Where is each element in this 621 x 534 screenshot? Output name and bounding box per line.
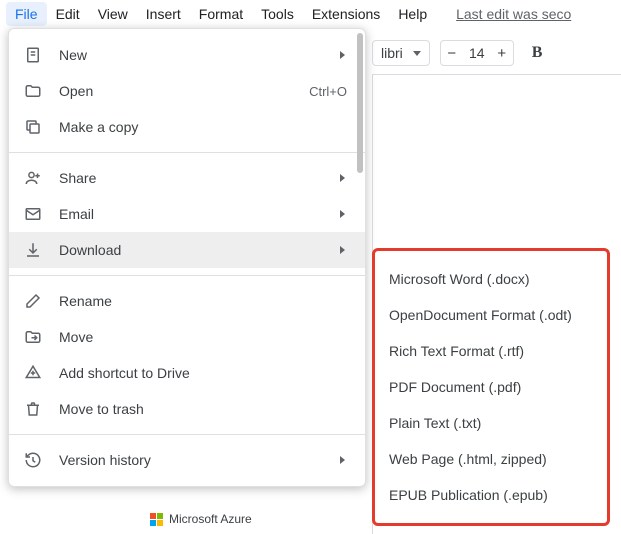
chevron-right-icon	[340, 456, 345, 464]
toolbar: libri − 14 + B	[372, 40, 548, 66]
font-size-increase-button[interactable]: +	[491, 41, 513, 65]
menu-item-label: Email	[59, 206, 340, 222]
download-option-docx[interactable]: Microsoft Word (.docx)	[375, 261, 607, 297]
download-option-txt[interactable]: Plain Text (.txt)	[375, 405, 607, 441]
menu-item-open[interactable]: Open Ctrl+O	[9, 73, 365, 109]
menu-item-download[interactable]: Download	[9, 232, 365, 268]
menu-item-share[interactable]: Share	[9, 160, 365, 196]
download-option-odt[interactable]: OpenDocument Format (.odt)	[375, 297, 607, 333]
font-size-value[interactable]: 14	[463, 45, 491, 61]
chevron-right-icon	[340, 246, 345, 254]
download-option-epub[interactable]: EPUB Publication (.epub)	[375, 477, 607, 513]
menu-separator	[9, 434, 365, 435]
menubar-item-view[interactable]: View	[89, 2, 137, 26]
chevron-right-icon	[340, 210, 345, 218]
menu-item-add-shortcut[interactable]: Add shortcut to Drive	[9, 355, 365, 391]
last-edit-link[interactable]: Last edit was seco	[456, 6, 571, 22]
menu-item-label: Move	[59, 329, 351, 345]
download-icon	[23, 240, 43, 260]
folder-move-icon	[23, 327, 43, 347]
font-family-value: libri	[381, 45, 403, 61]
chevron-right-icon	[340, 51, 345, 59]
drive-add-icon	[23, 363, 43, 383]
bold-button[interactable]: B	[526, 42, 549, 64]
menu-item-trash[interactable]: Move to trash	[9, 391, 365, 427]
menubar-item-tools[interactable]: Tools	[252, 2, 303, 26]
menubar-item-format[interactable]: Format	[190, 2, 252, 26]
font-size-stepper: − 14 +	[440, 40, 514, 66]
taskbar-app-label[interactable]: Microsoft Azure	[169, 512, 252, 526]
font-family-select[interactable]: libri	[372, 40, 430, 66]
menu-item-label: Make a copy	[59, 119, 351, 135]
menubar-item-insert[interactable]: Insert	[137, 2, 190, 26]
download-option-pdf[interactable]: PDF Document (.pdf)	[375, 369, 607, 405]
download-option-rtf[interactable]: Rich Text Format (.rtf)	[375, 333, 607, 369]
font-size-decrease-button[interactable]: −	[441, 41, 463, 65]
chevron-right-icon	[340, 174, 345, 182]
menubar: File Edit View Insert Format Tools Exten…	[0, 0, 621, 28]
menu-item-email[interactable]: Email	[9, 196, 365, 232]
menubar-item-extensions[interactable]: Extensions	[303, 2, 389, 26]
menu-item-version-history[interactable]: Version history	[9, 442, 365, 478]
menubar-item-help[interactable]: Help	[389, 2, 436, 26]
menu-item-label: Share	[59, 170, 340, 186]
mail-icon	[23, 204, 43, 224]
copy-icon	[23, 117, 43, 137]
folder-open-icon	[23, 81, 43, 101]
chevron-down-icon	[413, 51, 421, 56]
menu-item-label: Version history	[59, 452, 340, 468]
scrollbar[interactable]	[357, 33, 363, 173]
file-menu: New Open Ctrl+O Make a copy Share Email	[8, 28, 366, 487]
menu-item-label: Open	[59, 83, 309, 99]
menu-item-label: New	[59, 47, 340, 63]
person-add-icon	[23, 168, 43, 188]
download-submenu: Microsoft Word (.docx) OpenDocument Form…	[372, 248, 610, 526]
menu-item-move[interactable]: Move	[9, 319, 365, 355]
menu-item-make-copy[interactable]: Make a copy	[9, 109, 365, 145]
menu-separator	[9, 275, 365, 276]
menu-item-label: Download	[59, 242, 340, 258]
menu-item-rename[interactable]: Rename	[9, 283, 365, 319]
menu-item-new[interactable]: New	[9, 37, 365, 73]
pencil-icon	[23, 291, 43, 311]
menubar-item-file[interactable]: File	[6, 2, 47, 26]
file-plus-icon	[23, 45, 43, 65]
microsoft-logo-icon	[150, 513, 163, 526]
menu-item-shortcut: Ctrl+O	[309, 84, 347, 99]
menu-item-label: Move to trash	[59, 401, 351, 417]
trash-icon	[23, 399, 43, 419]
menubar-item-edit[interactable]: Edit	[47, 2, 89, 26]
taskbar: Microsoft Azure	[150, 507, 252, 531]
download-option-html[interactable]: Web Page (.html, zipped)	[375, 441, 607, 477]
menu-item-label: Rename	[59, 293, 351, 309]
menu-separator	[9, 152, 365, 153]
menu-item-label: Add shortcut to Drive	[59, 365, 351, 381]
history-icon	[23, 450, 43, 470]
